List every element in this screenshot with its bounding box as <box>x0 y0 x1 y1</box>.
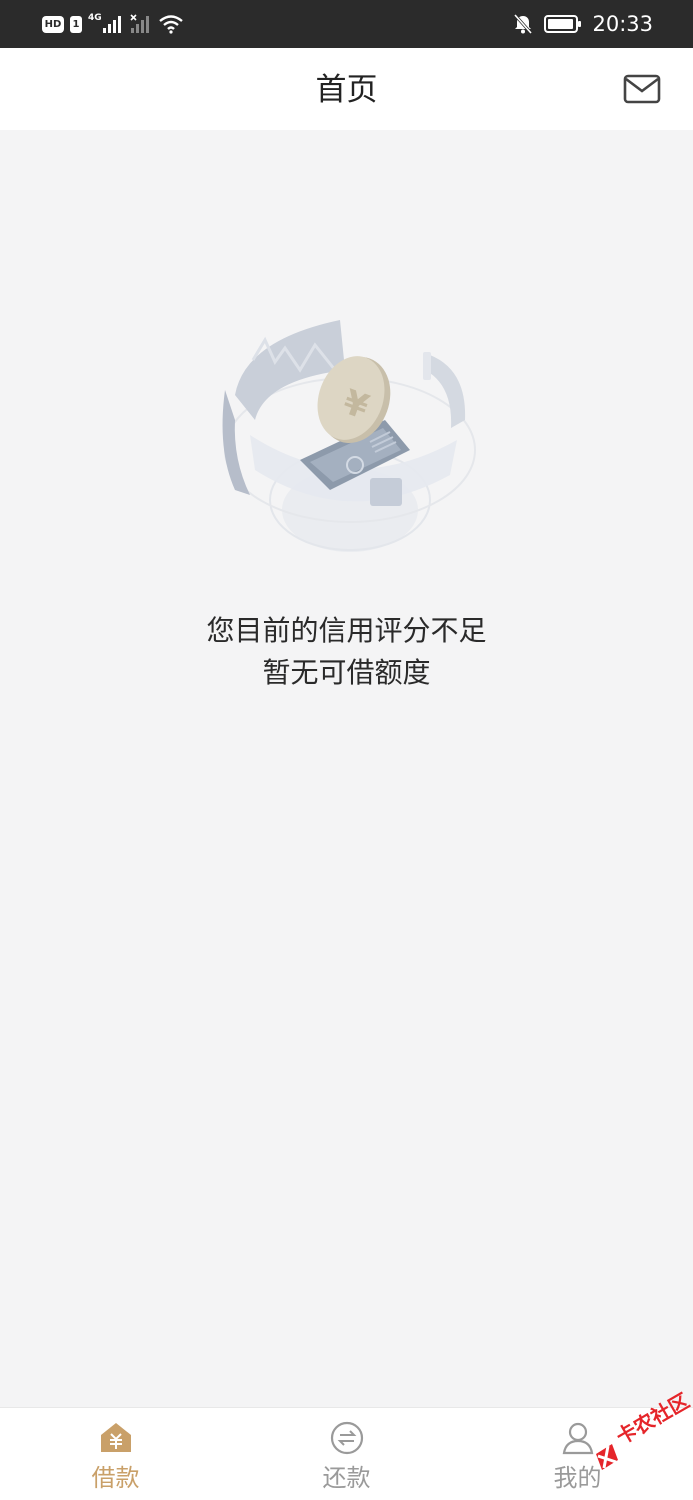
tab-repay[interactable]: 还款 <box>231 1408 462 1500</box>
empty-state-line1: 您目前的信用评分不足 <box>206 614 487 647</box>
sim-badge: 1 <box>70 15 82 33</box>
status-right: 20:33 <box>512 10 653 38</box>
empty-state-message: 您目前的信用评分不足 暂无可借额度 <box>0 610 693 694</box>
hd-badge: HD <box>42 15 64 33</box>
status-left: HD 1 4G <box>42 12 184 36</box>
mail-icon <box>623 74 661 104</box>
tab-borrow-label: 借款 <box>91 1464 140 1492</box>
network-type-label: 4G <box>88 13 102 23</box>
yuan-coin-illustration: ¥ <box>222 320 476 552</box>
signal-no-service-icon <box>130 14 149 33</box>
tab-repay-label: 还款 <box>322 1464 371 1492</box>
bell-off-icon <box>514 14 533 34</box>
page-title: 首页 <box>315 72 378 108</box>
exchange-circle-icon <box>330 1421 364 1455</box>
empty-state-line2: 暂无可借额度 <box>262 656 431 689</box>
wifi-icon <box>158 15 183 34</box>
tab-borrow[interactable]: 借款 <box>0 1408 231 1500</box>
battery-icon <box>544 15 582 33</box>
status-time: 20:33 <box>592 12 653 36</box>
status-bar: HD 1 4G 20:33 <box>0 0 693 48</box>
header: 首页 <box>0 48 693 130</box>
signal-icon <box>102 16 121 33</box>
home-yuan-icon <box>101 1423 131 1452</box>
mail-button[interactable] <box>622 72 662 106</box>
